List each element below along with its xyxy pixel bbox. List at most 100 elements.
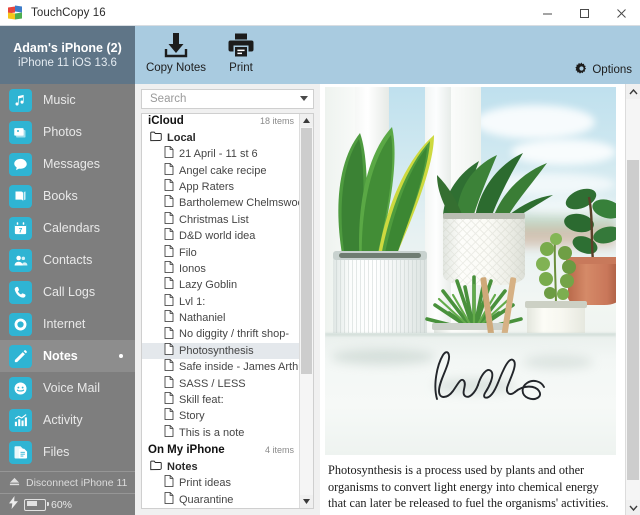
download-arrow-icon	[163, 30, 189, 60]
account-group-header: On My iPhone 4 items	[142, 441, 300, 458]
print-button[interactable]: Print	[210, 30, 272, 82]
note-file-icon	[164, 424, 174, 442]
notes-list-scrollbar[interactable]	[299, 114, 313, 508]
note-file-icon	[164, 276, 174, 294]
printer-icon	[228, 30, 254, 60]
title-bar: TouchCopy 16	[0, 0, 640, 26]
eject-icon	[9, 474, 20, 492]
dropdown-caret-icon[interactable]	[300, 96, 308, 101]
note-file-icon	[164, 194, 174, 212]
note-list-item[interactable]: Safe inside - James Arthur	[142, 359, 300, 375]
scroll-down-icon[interactable]	[300, 495, 313, 508]
scroll-up-icon[interactable]	[300, 114, 313, 127]
account-name: On My iPhone	[148, 444, 225, 457]
note-title: SASS / LESS	[179, 377, 246, 390]
sidebar-item-photos[interactable]: Photos	[0, 116, 135, 148]
preview-scroll-up-icon[interactable]	[626, 84, 640, 99]
note-list-item[interactable]: SASS / LESS	[142, 375, 300, 391]
notes-tree: iCloud 18 items Local 21 April - 11 st 6 Ang…	[142, 114, 300, 506]
options-button[interactable]: Options	[575, 62, 632, 78]
note-file-icon	[164, 326, 174, 344]
sidebar-item-voice-mail[interactable]: Voice Mail	[0, 372, 135, 404]
note-list-item[interactable]: Christmas List	[142, 211, 300, 228]
window-controls	[529, 0, 640, 26]
battery-gauge-icon	[24, 498, 49, 511]
print-label: Print	[229, 62, 253, 74]
window-title: TouchCopy 16	[31, 6, 106, 19]
sidebar-item-call-logs[interactable]: Call Logs	[0, 276, 135, 308]
touchcopy-window: TouchCopy 16 Adam's iPhone (2) iPhone 11…	[0, 0, 640, 515]
folder-icon	[150, 129, 162, 147]
note-list-item[interactable]: Angel cake recipe	[142, 162, 300, 178]
close-icon[interactable]	[603, 0, 640, 26]
note-file-icon	[164, 342, 174, 360]
sidebar-item-notes[interactable]: Notes	[0, 340, 135, 372]
note-list-item[interactable]: This is a note	[142, 424, 300, 442]
sidebar-item-label: Internet	[43, 317, 86, 331]
note-attachment-photo	[325, 87, 616, 455]
scrollbar-thumb[interactable]	[301, 128, 312, 374]
sidebar-item-internet[interactable]: Internet	[0, 308, 135, 340]
hello-wire-sign	[431, 349, 551, 403]
lightning-bolt-icon	[9, 495, 18, 514]
note-title: D&D world idea	[179, 230, 256, 243]
note-list-item[interactable]: Bartholemew Chelmswood	[142, 195, 300, 211]
note-file-icon	[164, 162, 174, 180]
options-label: Options	[592, 64, 632, 76]
note-list-item[interactable]: Nathaniel	[142, 310, 300, 326]
disconnect-label: Disconnect iPhone 11	[26, 476, 128, 489]
note-file-icon	[164, 358, 174, 376]
note-title: Story	[179, 410, 205, 423]
note-list-item[interactable]: App Raters	[142, 179, 300, 195]
sidebar-item-contacts[interactable]: Contacts	[0, 244, 135, 276]
search-input[interactable]	[148, 92, 292, 106]
maximize-icon[interactable]	[566, 0, 603, 26]
account-group-header: iCloud 18 items	[142, 114, 300, 129]
search-box[interactable]	[141, 89, 314, 109]
note-title: This is a note	[179, 426, 245, 439]
folder-row[interactable]: Local	[142, 129, 300, 146]
notes-listbox[interactable]: iCloud 18 items Local 21 April - 11 st 6 Ang…	[141, 113, 314, 509]
pencil-icon	[9, 344, 32, 368]
folder-icon	[150, 458, 162, 476]
note-list-item[interactable]: No diggity / thrift shop-	[142, 326, 300, 342]
phone-icon	[9, 280, 32, 304]
calendar-icon: 7	[9, 216, 32, 240]
note-list-item[interactable]: Ionos	[142, 261, 300, 277]
folder-row[interactable]: Notes	[142, 458, 300, 475]
sidebar-item-label: Photos	[43, 125, 82, 139]
item-count: 4 items	[264, 445, 294, 456]
sidebar-item-label: Messages	[43, 157, 100, 171]
device-name: Adam's iPhone (2)	[13, 40, 122, 55]
sidebar-item-music[interactable]: Music	[0, 84, 135, 116]
minimize-icon[interactable]	[529, 0, 566, 26]
preview-scrollbar-thumb[interactable]	[627, 160, 639, 480]
note-list-item[interactable]: 21 April - 11 st 6	[142, 146, 300, 162]
note-list-item[interactable]: Filo	[142, 244, 300, 260]
note-list-item[interactable]: Print ideas	[142, 475, 300, 491]
note-title: Skill feat:	[179, 394, 224, 407]
preview-scroll-down-icon[interactable]	[626, 500, 640, 515]
note-file-icon	[164, 178, 174, 196]
touchcopy-logo-icon	[8, 5, 24, 20]
note-list-item[interactable]: D&D world idea	[142, 228, 300, 244]
device-header: Adam's iPhone (2) iPhone 11 iOS 13.6	[0, 26, 135, 84]
battery-percent-label: 60%	[51, 498, 73, 511]
note-list-item[interactable]: Skill feat:	[142, 392, 300, 408]
sidebar-item-calendars[interactable]: 7 Calendars	[0, 212, 135, 244]
sidebar-item-messages[interactable]: Messages	[0, 148, 135, 180]
sidebar-item-files[interactable]: Files	[0, 436, 135, 468]
disconnect-button[interactable]: Disconnect iPhone 11	[0, 471, 135, 493]
note-list-item[interactable]: Quarantine	[142, 491, 300, 506]
note-list-item[interactable]: Lvl 1:	[142, 293, 300, 310]
copy-notes-button[interactable]: Copy Notes	[145, 30, 207, 82]
sidebar-item-books[interactable]: Books	[0, 180, 135, 212]
sidebar-item-activity[interactable]: Activity	[0, 404, 135, 436]
note-preview-panel: Photosynthesis is a process used by plan…	[320, 84, 640, 515]
note-list-item[interactable]: Photosynthesis	[142, 342, 300, 360]
note-list-item[interactable]: Lazy Goblin	[142, 277, 300, 293]
preview-scrollbar[interactable]	[625, 84, 640, 515]
bar-chart-icon	[9, 408, 32, 432]
note-title: 21 April - 11 st 6	[179, 148, 258, 161]
note-list-item[interactable]: Story	[142, 408, 300, 424]
